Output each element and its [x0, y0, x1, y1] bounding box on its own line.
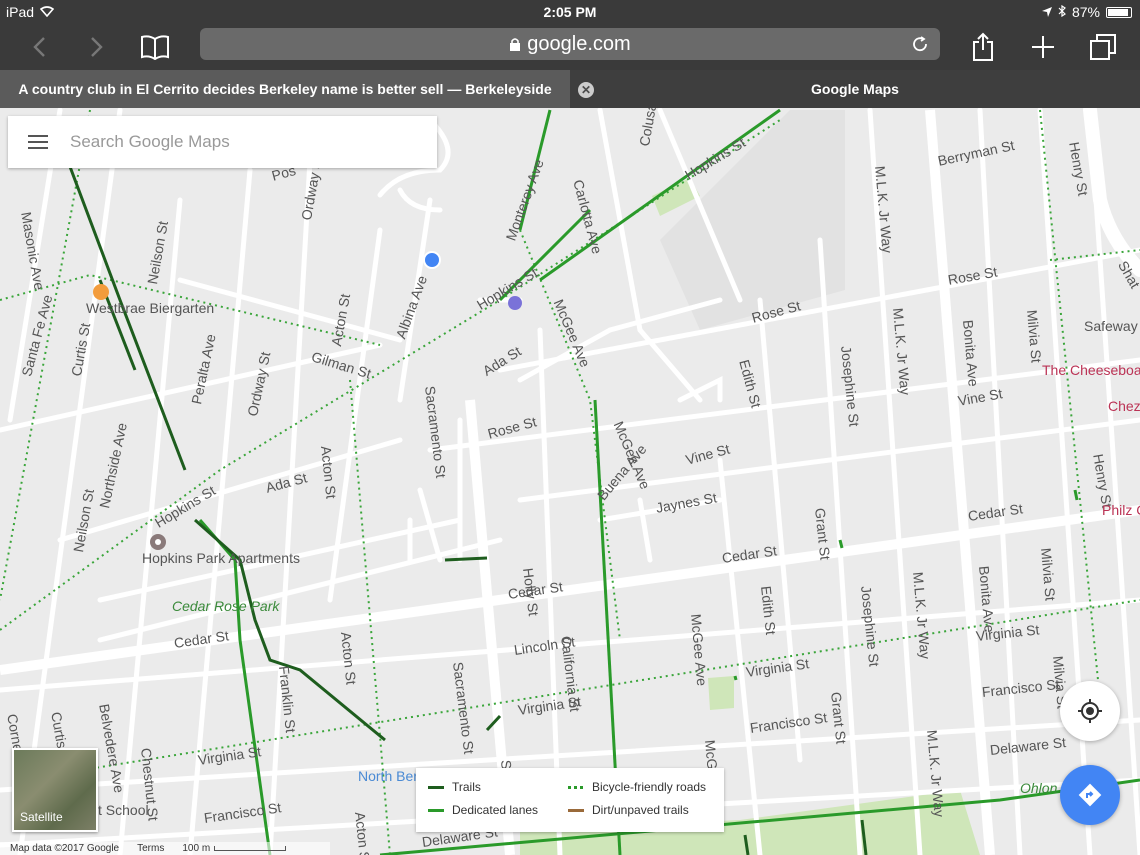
location-arrow-icon	[1041, 4, 1052, 20]
poi-cedar-rose-park[interactable]: Cedar Rose Park	[172, 598, 279, 614]
poi-philz[interactable]: Philz C	[1102, 502, 1140, 518]
clock: 2:05 PM	[543, 4, 597, 20]
satellite-toggle[interactable]: Satellite	[12, 748, 98, 832]
poi-westbrae[interactable]: Westbrae Biergarten	[86, 300, 214, 316]
chevron-right-icon	[91, 37, 103, 57]
scale-bar	[214, 846, 287, 851]
search-input[interactable]: Search Google Maps	[70, 132, 230, 152]
map-roads	[0, 108, 1140, 855]
browser-toolbar: google.com	[0, 24, 1140, 70]
reload-button[interactable]	[908, 32, 932, 56]
dirt-swatch	[568, 808, 584, 812]
poi-hopkins-park-apartments[interactable]: Hopkins Park Apartments	[142, 550, 300, 566]
poi-north-berkeley[interactable]: North Ber	[358, 768, 418, 784]
legend-dirt-label: Dirt/unpaved trails	[592, 803, 689, 817]
satellite-label: Satellite	[20, 810, 63, 824]
bluetooth-icon	[1058, 4, 1066, 20]
poi-school[interactable]: t School	[98, 802, 149, 818]
book-icon	[141, 35, 169, 60]
poi-ohlone[interactable]: Ohlon	[1020, 780, 1057, 796]
close-tab-button[interactable]: ✕	[578, 82, 594, 98]
legend-trails-label: Trails	[452, 780, 481, 794]
tab-berkeleyside[interactable]: A country club in El Cerrito decides Ber…	[0, 70, 570, 108]
url-text: google.com	[527, 32, 631, 55]
scale: 100 m	[182, 843, 287, 854]
address-bar[interactable]: google.com	[200, 28, 940, 60]
close-icon: ✕	[580, 83, 592, 97]
back-button[interactable]	[22, 30, 56, 64]
legend-dirt: Dirt/unpaved trails	[568, 803, 689, 817]
bike-legend: Trails Dedicated lanes Bicycle-friendly …	[416, 768, 724, 832]
tabs-overview-button[interactable]	[1086, 30, 1120, 64]
search-box[interactable]: Search Google Maps	[8, 116, 437, 168]
map-data-credit: Map data ©2017 Google	[10, 843, 120, 854]
chevron-left-icon	[33, 37, 45, 57]
plus-icon	[1032, 36, 1054, 58]
lock-icon	[510, 38, 521, 51]
battery-icon	[1106, 6, 1132, 18]
share-icon	[973, 32, 993, 61]
dedicated-swatch	[428, 808, 444, 812]
legend-friendly-label: Bicycle-friendly roads	[592, 780, 707, 794]
scale-label: 100 m	[182, 843, 211, 854]
poi-chez[interactable]: Chez	[1108, 398, 1140, 414]
legend-dedicated: Dedicated lanes	[428, 803, 538, 817]
bookmarks-button[interactable]	[138, 30, 172, 64]
friendly-swatch	[568, 785, 584, 789]
reload-icon	[913, 36, 927, 52]
directions-icon	[1078, 783, 1102, 807]
tabs-icon	[1090, 34, 1116, 60]
trail-swatch	[428, 785, 444, 789]
terms-link[interactable]: Terms	[137, 843, 164, 854]
battery-percent: 87%	[1071, 4, 1100, 20]
my-location-button[interactable]	[1060, 681, 1120, 741]
poi-safeway[interactable]: Safeway	[1084, 318, 1138, 334]
poi-cheeseboard[interactable]: The Cheeseboa	[1042, 362, 1140, 378]
tab-bar: A country club in El Cerrito decides Ber…	[0, 70, 1140, 108]
new-tab-button[interactable]	[1026, 30, 1060, 64]
legend-friendly: Bicycle-friendly roads	[568, 780, 706, 794]
legend-trails: Trails	[428, 780, 481, 794]
legend-dedicated-label: Dedicated lanes	[452, 803, 539, 817]
menu-icon[interactable]	[28, 135, 48, 149]
map-footer: Map data ©2017 Google Terms 100 m	[0, 842, 330, 855]
directions-button[interactable]	[1060, 765, 1120, 825]
map-canvas[interactable]: Hopkins St Hopkins St Hopkins St Berryma…	[0, 108, 1140, 855]
crosshair-icon	[1078, 699, 1102, 723]
status-bar: iPad 2:05 PM 87%	[0, 0, 1140, 24]
share-button[interactable]	[966, 30, 1000, 64]
tab-google-maps[interactable]: Google Maps	[570, 70, 1140, 108]
forward-button[interactable]	[80, 30, 114, 64]
